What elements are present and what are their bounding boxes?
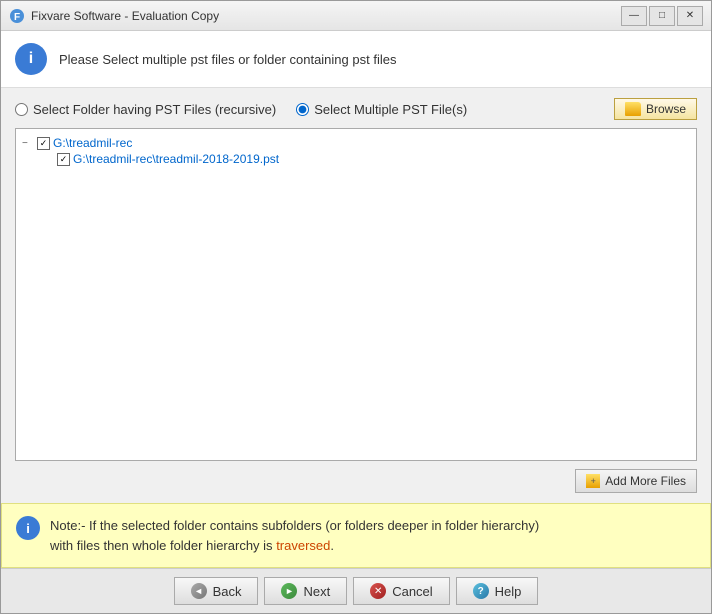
add-more-row: + Add More Files: [15, 469, 697, 493]
help-button[interactable]: ? Help: [456, 577, 539, 605]
title-bar-controls: — □ ✕: [621, 6, 703, 26]
add-icon: +: [586, 474, 600, 488]
note-section: i Note:- If the selected folder contains…: [1, 503, 711, 568]
browse-button[interactable]: Browse: [614, 98, 697, 120]
radio-files-label[interactable]: Select Multiple PST File(s): [314, 102, 467, 117]
help-label: Help: [495, 584, 522, 599]
radio-row: Select Folder having PST Files (recursiv…: [15, 98, 697, 120]
tree-node-child: G:\treadmil-rec\treadmil-2018-2019.pst: [42, 151, 690, 167]
cancel-button[interactable]: ✕ Cancel: [353, 577, 449, 605]
folder-icon: [625, 102, 641, 116]
radio-files-input[interactable]: [296, 103, 309, 116]
main-content: Select Folder having PST Files (recursiv…: [1, 88, 711, 503]
header-section: i Please Select multiple pst files or fo…: [1, 31, 711, 88]
radio-group-files: Select Multiple PST File(s): [296, 102, 467, 117]
title-bar: F Fixvare Software - Evaluation Copy — □…: [1, 1, 711, 31]
window-title: Fixvare Software - Evaluation Copy: [31, 9, 219, 23]
main-window: F Fixvare Software - Evaluation Copy — □…: [0, 0, 712, 614]
expand-icon-root[interactable]: −: [22, 138, 34, 149]
back-icon: ◄: [191, 583, 207, 599]
note-suffix: with files then whole folder hierarchy i…: [50, 538, 273, 553]
app-icon: F: [9, 8, 25, 24]
checkbox-root[interactable]: [37, 137, 50, 150]
add-more-files-button[interactable]: + Add More Files: [575, 469, 697, 493]
header-message: Please Select multiple pst files or fold…: [59, 52, 396, 67]
file-tree-area[interactable]: − G:\treadmil-rec G:\treadmil-rec\treadm…: [15, 128, 697, 461]
cancel-icon: ✕: [370, 583, 386, 599]
next-button[interactable]: ► Next: [264, 577, 347, 605]
cancel-label: Cancel: [392, 584, 432, 599]
svg-text:F: F: [14, 12, 20, 23]
radio-group-folder: Select Folder having PST Files (recursiv…: [15, 102, 276, 117]
tree-node-root: − G:\treadmil-rec: [22, 135, 690, 151]
header-info-icon: i: [15, 43, 47, 75]
browse-label: Browse: [646, 102, 686, 116]
minimize-button[interactable]: —: [621, 6, 647, 26]
footer-bar: ◄ Back ► Next ✕ Cancel ? Help: [1, 568, 711, 613]
note-prefix: Note:- If the selected folder contains s…: [50, 518, 539, 533]
tree-link-root[interactable]: G:\treadmil-rec: [53, 136, 132, 150]
close-button[interactable]: ✕: [677, 6, 703, 26]
checkbox-child[interactable]: [57, 153, 70, 166]
maximize-button[interactable]: □: [649, 6, 675, 26]
next-icon: ►: [281, 583, 297, 599]
tree-link-child[interactable]: G:\treadmil-rec\treadmil-2018-2019.pst: [73, 152, 279, 166]
radio-folder-input[interactable]: [15, 103, 28, 116]
radio-folder-label[interactable]: Select Folder having PST Files (recursiv…: [33, 102, 276, 117]
back-label: Back: [213, 584, 242, 599]
next-label: Next: [303, 584, 330, 599]
back-button[interactable]: ◄ Back: [174, 577, 259, 605]
add-more-label: Add More Files: [605, 474, 686, 488]
help-icon: ?: [473, 583, 489, 599]
note-info-icon: i: [16, 516, 40, 540]
note-text: Note:- If the selected folder contains s…: [50, 516, 539, 555]
note-end: .: [330, 538, 334, 553]
note-highlight: traversed: [276, 538, 330, 553]
title-bar-left: F Fixvare Software - Evaluation Copy: [9, 8, 219, 24]
